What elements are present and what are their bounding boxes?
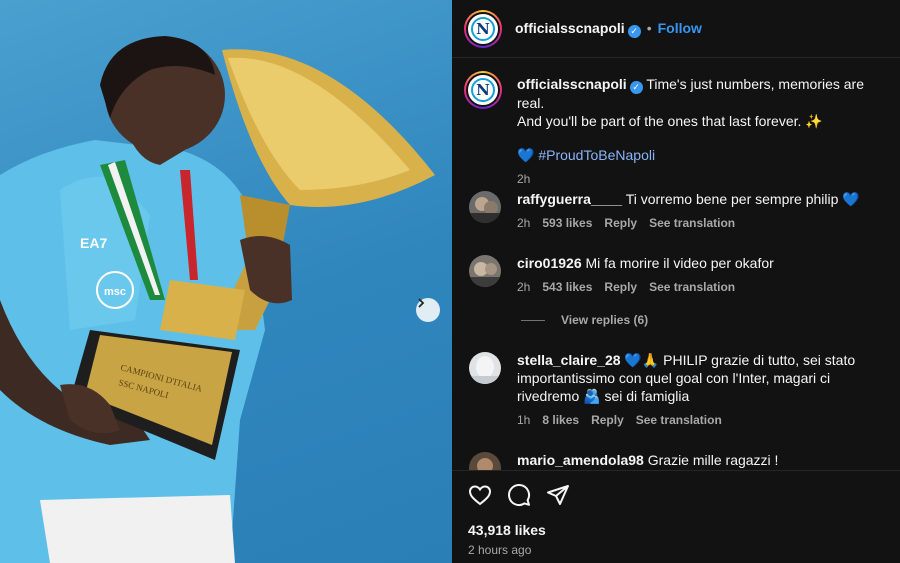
next-photo-button[interactable] bbox=[416, 298, 440, 322]
post-photo[interactable]: EA7 msc CAMPIONI D'ITALIA SSC NAPOLI bbox=[0, 0, 452, 563]
comment-icon bbox=[508, 484, 531, 506]
share-button[interactable] bbox=[546, 483, 570, 512]
post-header: N officialsscnapoli ✓ • Follow bbox=[452, 0, 900, 58]
caption-age: 2h bbox=[517, 172, 531, 186]
comment-text: Mi fa morire il video per okafor bbox=[585, 255, 774, 271]
avatar-image bbox=[469, 452, 501, 470]
jersey-sponsor-text: EA7 bbox=[80, 235, 107, 251]
avatar-image bbox=[469, 255, 501, 287]
comment-age: 1h bbox=[517, 413, 531, 427]
verified-badge-icon: ✓ bbox=[629, 81, 643, 94]
comment-likes[interactable]: 593 likes bbox=[542, 216, 592, 230]
post-actions-bar: 43,918 likes 2 hours ago bbox=[452, 470, 900, 563]
see-translation-button[interactable]: See translation bbox=[649, 216, 735, 230]
post-timestamp: 2 hours ago bbox=[468, 543, 532, 557]
separator-dot: • bbox=[646, 20, 652, 36]
see-translation-button[interactable]: See translation bbox=[636, 413, 722, 427]
napoli-logo: N bbox=[471, 17, 495, 41]
post-caption: officialsscnapoli ✓ Time's just numbers, … bbox=[517, 75, 895, 188]
comment-item: ciro01926 Mi fa morire il video per okaf… bbox=[517, 254, 895, 296]
chevron-right-icon bbox=[418, 298, 425, 308]
comment-likes[interactable]: 543 likes bbox=[542, 280, 592, 294]
post-side-panel: N officialsscnapoli ✓ • Follow N officialss… bbox=[452, 0, 900, 563]
follow-button[interactable]: Follow bbox=[658, 20, 702, 36]
comment-text: Grazie mille ragazzi ! bbox=[647, 452, 779, 468]
comment-item: mario_amendola98 Grazie mille ragazzi ! bbox=[517, 451, 895, 469]
account-avatar[interactable]: N bbox=[464, 10, 502, 48]
comment-username[interactable]: raffyguerra____ bbox=[517, 191, 622, 207]
view-replies-label: View replies (6) bbox=[561, 313, 649, 327]
like-button[interactable] bbox=[468, 483, 492, 512]
view-replies-button[interactable]: View replies (6) bbox=[521, 313, 648, 327]
commenter-avatar[interactable] bbox=[469, 452, 501, 470]
caption-hashtag-line: 💙 #ProudToBeNapoli bbox=[517, 146, 895, 164]
likes-count[interactable]: 43,918 likes bbox=[468, 522, 546, 538]
commenter-avatar[interactable] bbox=[469, 191, 501, 223]
caption-avatar[interactable]: N bbox=[464, 71, 502, 109]
comment-age: 2h bbox=[517, 280, 531, 294]
comment-username[interactable]: ciro01926 bbox=[517, 255, 582, 271]
avatar-image bbox=[469, 352, 501, 384]
header-user-line: officialsscnapoli ✓ • Follow bbox=[515, 20, 702, 38]
photo-illustration: EA7 msc CAMPIONI D'ITALIA SSC NAPOLI bbox=[0, 36, 435, 563]
avatar-image bbox=[469, 191, 501, 223]
comment-item: raffyguerra____ Ti vorremo bene per semp… bbox=[517, 190, 895, 232]
reply-button[interactable]: Reply bbox=[604, 280, 637, 294]
share-icon bbox=[547, 485, 569, 505]
caption-username[interactable]: officialsscnapoli bbox=[517, 76, 627, 92]
sparkles-emoji: ✨ bbox=[805, 113, 823, 129]
commenter-avatar[interactable] bbox=[469, 352, 501, 384]
commenter-avatar[interactable] bbox=[469, 255, 501, 287]
comment-age: 2h bbox=[517, 216, 531, 230]
see-translation-button[interactable]: See translation bbox=[649, 280, 735, 294]
header-username[interactable]: officialsscnapoli bbox=[515, 20, 625, 36]
comment-button[interactable] bbox=[507, 483, 531, 512]
comment-text: Ti vorremo bene per sempre philip 💙 bbox=[625, 191, 860, 207]
comment-item: stella_claire_28 💙🙏 PHILIP grazie di tut… bbox=[517, 351, 895, 429]
comment-username[interactable]: mario_amendola98 bbox=[517, 452, 644, 468]
reply-button[interactable]: Reply bbox=[604, 216, 637, 230]
replies-line bbox=[521, 319, 545, 321]
verified-badge-icon: ✓ bbox=[627, 25, 641, 38]
comment-username[interactable]: stella_claire_28 bbox=[517, 352, 621, 368]
reply-button[interactable]: Reply bbox=[591, 413, 624, 427]
comment-likes[interactable]: 8 likes bbox=[542, 413, 579, 427]
heart-icon bbox=[468, 485, 492, 506]
caption-text-2: And you'll be part of the ones that last… bbox=[517, 113, 802, 129]
blue-heart-emoji: 💙 bbox=[517, 147, 535, 163]
svg-text:msc: msc bbox=[104, 286, 126, 298]
hashtag-link[interactable]: #ProudToBeNapoli bbox=[538, 147, 655, 163]
